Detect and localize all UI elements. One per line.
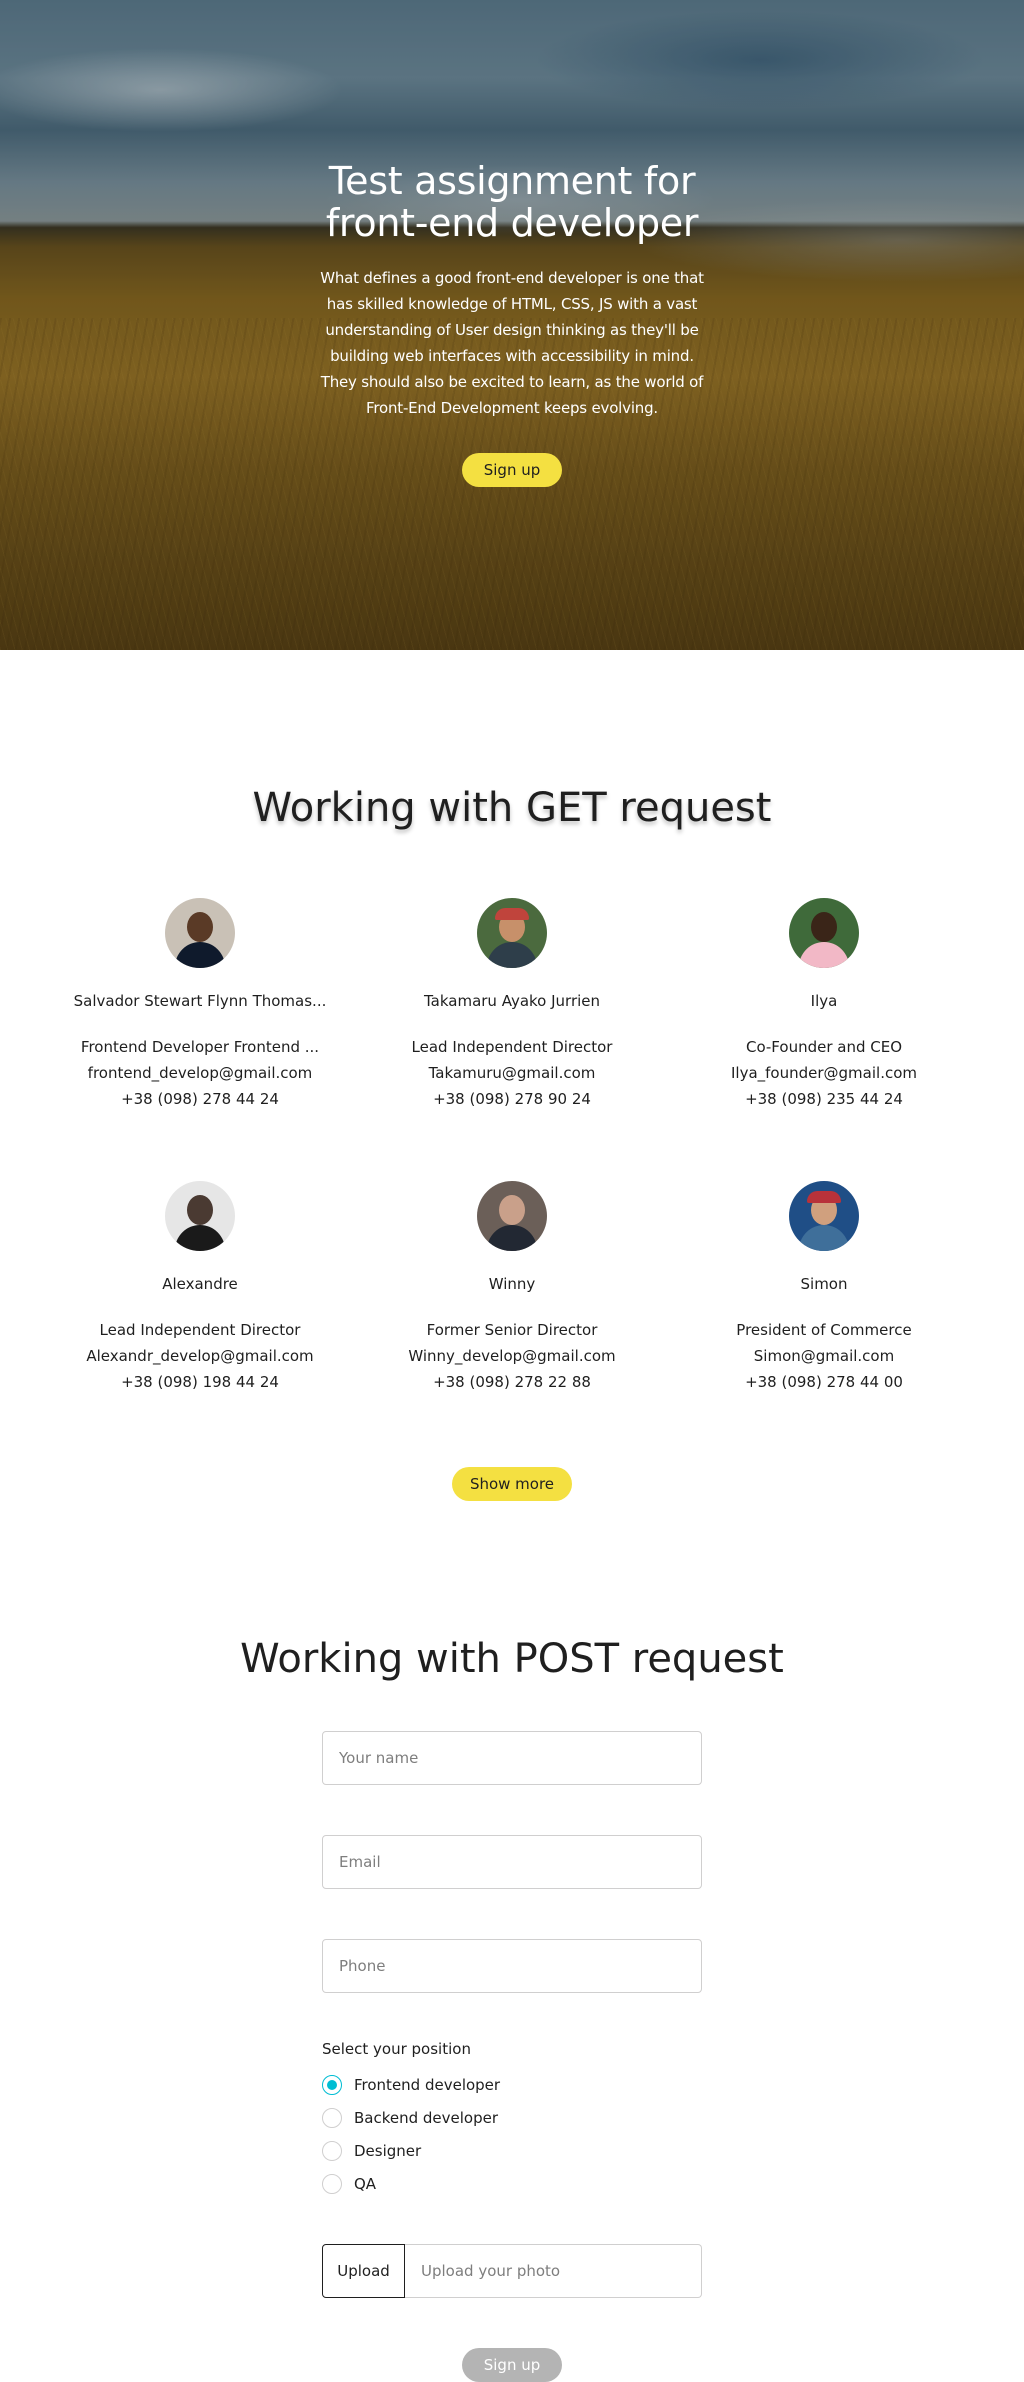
user-email: Simon@gmail.com [753,1347,895,1365]
form-sign-up-button[interactable]: Sign up [462,2348,562,2382]
user-avatar [789,1181,859,1251]
user-phone: +38 (098) 278 44 24 [121,1090,279,1108]
user-email: Winny_develop@gmail.com [408,1347,616,1365]
user-name: Salvador Stewart Flynn Thomas... [73,992,327,1010]
radio-label: Backend developer [354,2109,499,2127]
user-card: Ilya Co-Founder and CEO Ilya_founder@gma… [683,898,965,1112]
user-name: Alexandre [162,1275,238,1293]
user-phone: +38 (098) 198 44 24 [121,1373,279,1391]
user-avatar [789,898,859,968]
position-label: Select your position [322,2040,471,2058]
get-section-title: Working with GET request [252,785,772,831]
user-position: Co-Founder and CEO [745,1038,903,1056]
user-name: Simon [800,1275,848,1293]
hero-section: Test assignment for front-end developer … [0,0,1024,650]
user-name: Takamaru Ayako Jurrien [423,992,601,1010]
show-more-button[interactable]: Show more [452,1467,572,1501]
user-position: Frontend Developer Frontend ... [80,1038,320,1056]
upload-photo-field[interactable]: Upload your photo [405,2244,702,2298]
radio-option-frontend[interactable]: Frontend developer [322,2073,500,2097]
user-email: frontend_develop@gmail.com [87,1064,313,1082]
user-name: Ilya [810,992,838,1010]
user-phone: +38 (098) 278 90 24 [433,1090,591,1108]
radio-unchecked-icon[interactable] [322,2174,342,2194]
user-position: Lead Independent Director [411,1038,613,1056]
user-avatar [477,1181,547,1251]
user-position: Former Senior Director [426,1321,598,1339]
user-phone: +38 (098) 235 44 24 [745,1090,903,1108]
radio-unchecked-icon[interactable] [322,2141,342,2161]
user-email: Ilya_founder@gmail.com [730,1064,917,1082]
user-avatar [477,898,547,968]
radio-label: QA [354,2175,377,2193]
user-phone: +38 (098) 278 22 88 [433,1373,591,1391]
user-avatar [165,1181,235,1251]
user-avatar [165,898,235,968]
radio-option-qa[interactable]: QA [322,2172,376,2196]
user-phone: +38 (098) 278 44 00 [745,1373,903,1391]
user-card: Winny Former Senior Director Winny_devel… [371,1181,653,1395]
upload-button[interactable]: Upload [322,2244,405,2298]
email-input[interactable] [322,1835,702,1889]
radio-label: Frontend developer [354,2076,501,2094]
radio-label: Designer [354,2142,422,2160]
name-input[interactable] [322,1731,702,1785]
user-card: Takamaru Ayako Jurrien Lead Independent … [371,898,653,1112]
radio-unchecked-icon[interactable] [322,2108,342,2128]
hero-sign-up-button[interactable]: Sign up [462,453,562,487]
photo-upload: Upload Upload your photo [322,2244,702,2298]
user-position: Lead Independent Director [99,1321,301,1339]
user-email: Alexandr_develop@gmail.com [86,1347,314,1365]
user-card: Salvador Stewart Flynn Thomas... Fronten… [59,898,341,1112]
user-email: Takamuru@gmail.com [428,1064,596,1082]
hero-description: What defines a good front-end developer … [320,269,704,417]
user-card: Alexandre Lead Independent Director Alex… [59,1181,341,1395]
user-position: President of Commerce [736,1321,912,1339]
user-name: Winny [488,1275,536,1293]
radio-option-designer[interactable]: Designer [322,2139,421,2163]
post-section-title: Working with POST request [240,1636,784,1682]
hero-title: Test assignment for front-end developer [325,159,699,245]
radio-checked-icon[interactable] [322,2075,342,2095]
phone-input[interactable] [322,1939,702,1993]
radio-option-backend[interactable]: Backend developer [322,2106,498,2130]
hero-content: Test assignment for front-end developer … [312,160,712,421]
user-card: Simon President of Commerce Simon@gmail.… [683,1181,965,1395]
